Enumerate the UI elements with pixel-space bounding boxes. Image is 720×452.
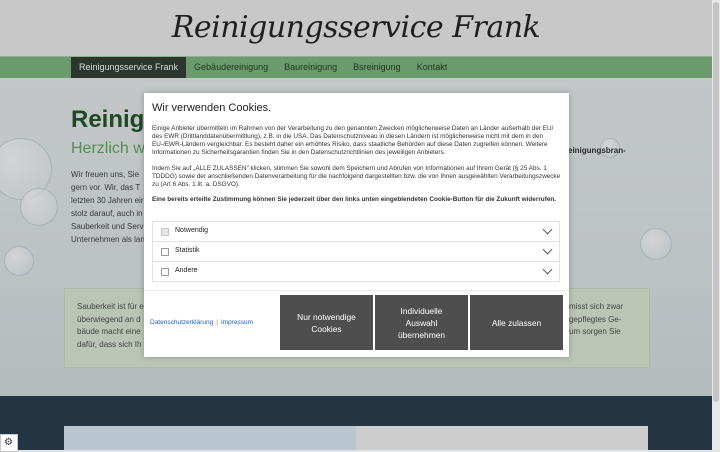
cookie-settings-button[interactable]: ⚙ — [0, 434, 18, 452]
dialog-title: Wir verwenden Cookies. — [152, 102, 272, 114]
dialog-revoke-text: Eine bereits erteilte Zustimmung können … — [152, 196, 557, 203]
accept-all-button[interactable]: Alle zulassen — [470, 295, 563, 350]
checkbox-notwendig — [161, 228, 169, 236]
save-selection-button[interactable]: Individuelle Auswahl übernehmen — [375, 295, 468, 350]
cookie-category-list: Notwendig Statistik Andere — [152, 221, 560, 282]
dialog-divider — [144, 290, 569, 291]
checkbox-statistik[interactable] — [161, 248, 169, 256]
checkbox-andere[interactable] — [161, 268, 169, 276]
dialog-consent-text: Indem Sie auf „ALLE ZULASSEN" klicken, s… — [152, 165, 561, 188]
category-label: Notwendig — [175, 227, 209, 234]
cookie-consent-dialog: Wir verwenden Cookies. Einige Anbieter ü… — [144, 93, 569, 357]
scrollbar-thumb[interactable] — [713, 2, 719, 402]
chevron-down-icon[interactable] — [542, 244, 553, 255]
cookie-icon: ⚙ — [4, 437, 13, 448]
chevron-down-icon[interactable] — [542, 264, 553, 275]
category-label: Statistik — [175, 247, 200, 254]
category-row-andere[interactable]: Andere — [152, 261, 560, 282]
link-separator: | — [216, 319, 218, 326]
category-row-statistik[interactable]: Statistik — [152, 241, 560, 261]
category-row-notwendig[interactable]: Notwendig — [152, 221, 560, 241]
imprint-link[interactable]: Impressum — [221, 319, 253, 326]
accept-necessary-button[interactable]: Nur notwendige Cookies — [280, 295, 373, 350]
dialog-info-text: Einige Anbieter übermitteln im Rahmen vo… — [152, 125, 554, 156]
privacy-link[interactable]: Datenschutzerklärung — [150, 319, 213, 326]
category-label: Andere — [175, 267, 198, 274]
chevron-down-icon[interactable] — [542, 224, 553, 235]
dialog-links: Datenschutzerklärung | Impressum — [150, 319, 253, 326]
